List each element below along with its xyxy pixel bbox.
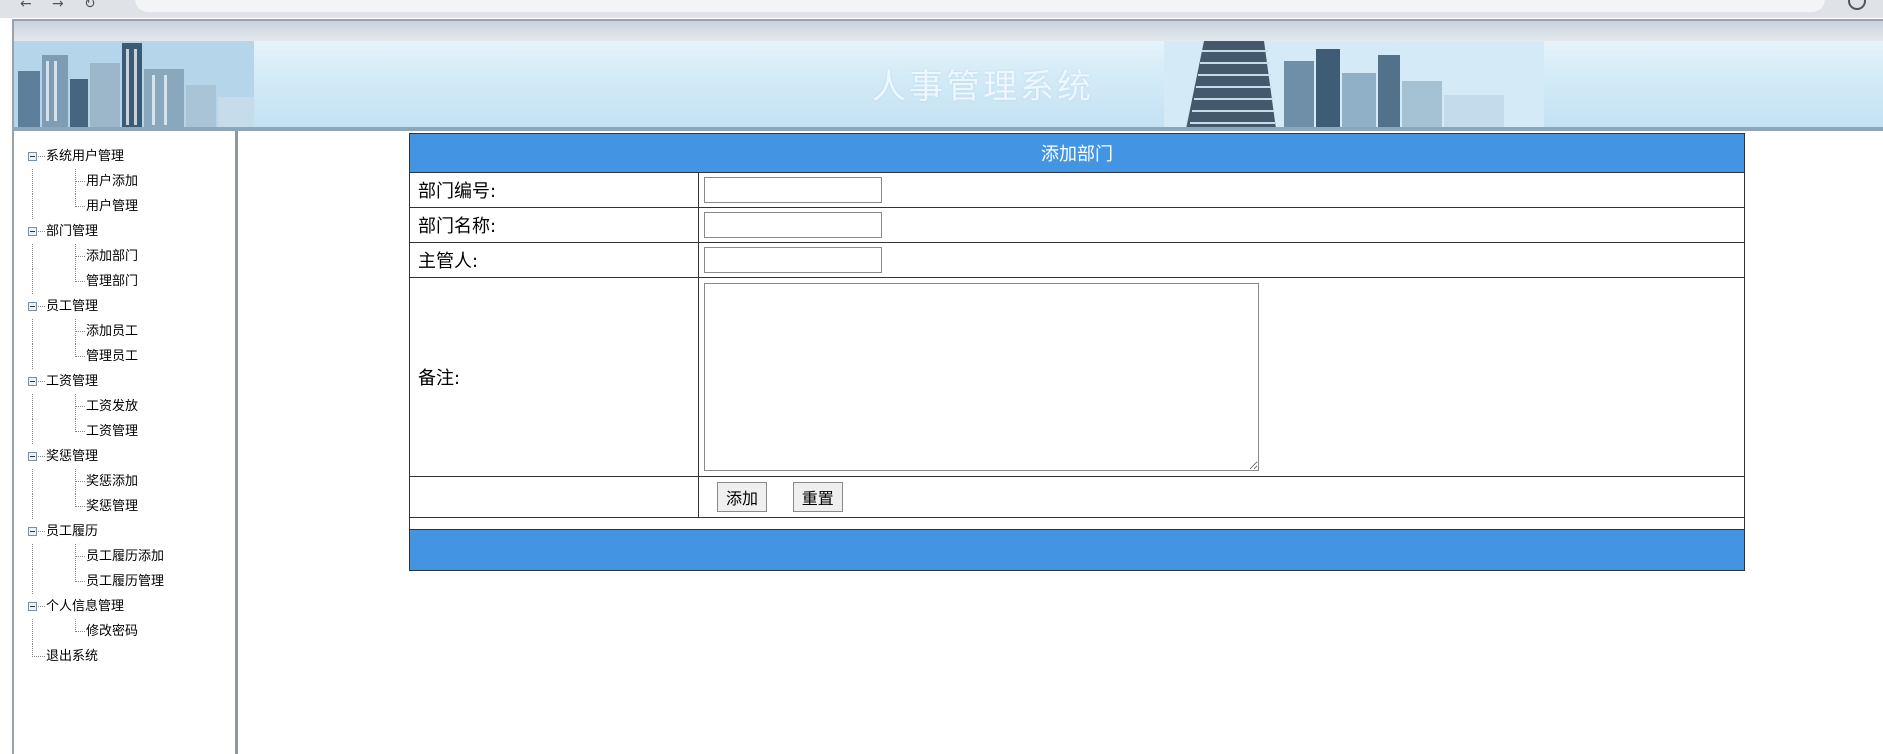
- back-icon[interactable]: ←: [20, 0, 32, 12]
- city-skyline-left-image: [14, 41, 254, 129]
- collapse-icon[interactable]: [28, 452, 37, 461]
- tree-group-label[interactable]: 系统用户管理: [46, 144, 124, 169]
- tree-item-label[interactable]: 用户添加: [86, 169, 138, 194]
- city-skyline-right-image: [1164, 41, 1544, 129]
- sidebar: 系统用户管理 用户添加 用户管理 部门管理 添加部门 管理部门 员工管理 添加员…: [14, 131, 238, 754]
- reset-button[interactable]: 重置: [792, 482, 843, 512]
- tree-item-label[interactable]: 管理员工: [86, 344, 138, 369]
- tree-item-label[interactable]: 管理部门: [86, 269, 138, 294]
- add-department-form: 添加部门 部门编号: 部门名称: 主管人: 备注: 添加 重置: [409, 133, 1745, 571]
- form-title: 添加部门: [409, 133, 1745, 173]
- collapse-icon[interactable]: [28, 527, 37, 536]
- tree-group-label[interactable]: 工资管理: [46, 369, 98, 394]
- reload-icon[interactable]: ↻: [84, 0, 96, 12]
- address-bar[interactable]: [135, 0, 1825, 12]
- tree-item-label[interactable]: 添加部门: [86, 244, 138, 269]
- tree-item-label[interactable]: 员工履历添加: [86, 544, 164, 569]
- header-banner: 人事管理系统: [14, 41, 1883, 129]
- browser-toolbar: ← → ↻: [0, 0, 1883, 18]
- collapse-icon[interactable]: [28, 227, 37, 236]
- page-title: 人事管理系统: [872, 67, 1094, 107]
- tree-group-label[interactable]: 部门管理: [46, 219, 98, 244]
- manager-input[interactable]: [704, 247, 882, 273]
- collapse-icon[interactable]: [28, 377, 37, 386]
- profile-icon[interactable]: [1848, 0, 1866, 10]
- header-top-band: [14, 21, 1883, 41]
- add-button[interactable]: 添加: [717, 482, 768, 512]
- tree-group-label[interactable]: 奖惩管理: [46, 444, 98, 469]
- tree-item-label[interactable]: 添加员工: [86, 319, 138, 344]
- dept-id-input[interactable]: [704, 177, 882, 203]
- dept-name-label: 部门名称:: [409, 207, 699, 243]
- tree-item-label[interactable]: 修改密码: [86, 619, 138, 644]
- logout-label[interactable]: 退出系统: [46, 644, 98, 669]
- dept-name-input[interactable]: [704, 212, 882, 238]
- notes-label: 备注:: [409, 277, 699, 477]
- collapse-icon[interactable]: [28, 302, 37, 311]
- tree-item-label[interactable]: 工资管理: [86, 419, 138, 444]
- tree-group-label[interactable]: 员工管理: [46, 294, 98, 319]
- tree-item-label[interactable]: 用户管理: [86, 194, 138, 219]
- form-footer-bar: [409, 529, 1745, 571]
- manager-label: 主管人:: [409, 242, 699, 278]
- form-spacer-row: [409, 517, 1745, 530]
- tree-item-label[interactable]: 工资发放: [86, 394, 138, 419]
- forward-icon[interactable]: →: [52, 0, 64, 12]
- dept-id-label: 部门编号:: [409, 172, 699, 208]
- tree-item-label[interactable]: 奖惩添加: [86, 469, 138, 494]
- collapse-icon[interactable]: [28, 152, 37, 161]
- tree-item-label[interactable]: 奖惩管理: [86, 494, 138, 519]
- collapse-icon[interactable]: [28, 602, 37, 611]
- header-divider: [14, 127, 1883, 131]
- tree-group-label[interactable]: 个人信息管理: [46, 594, 124, 619]
- tree-item-label[interactable]: 员工履历管理: [86, 569, 164, 594]
- tree-group-label[interactable]: 员工履历: [46, 519, 98, 544]
- notes-textarea[interactable]: [704, 283, 1259, 471]
- button-row-spacer: [409, 476, 699, 518]
